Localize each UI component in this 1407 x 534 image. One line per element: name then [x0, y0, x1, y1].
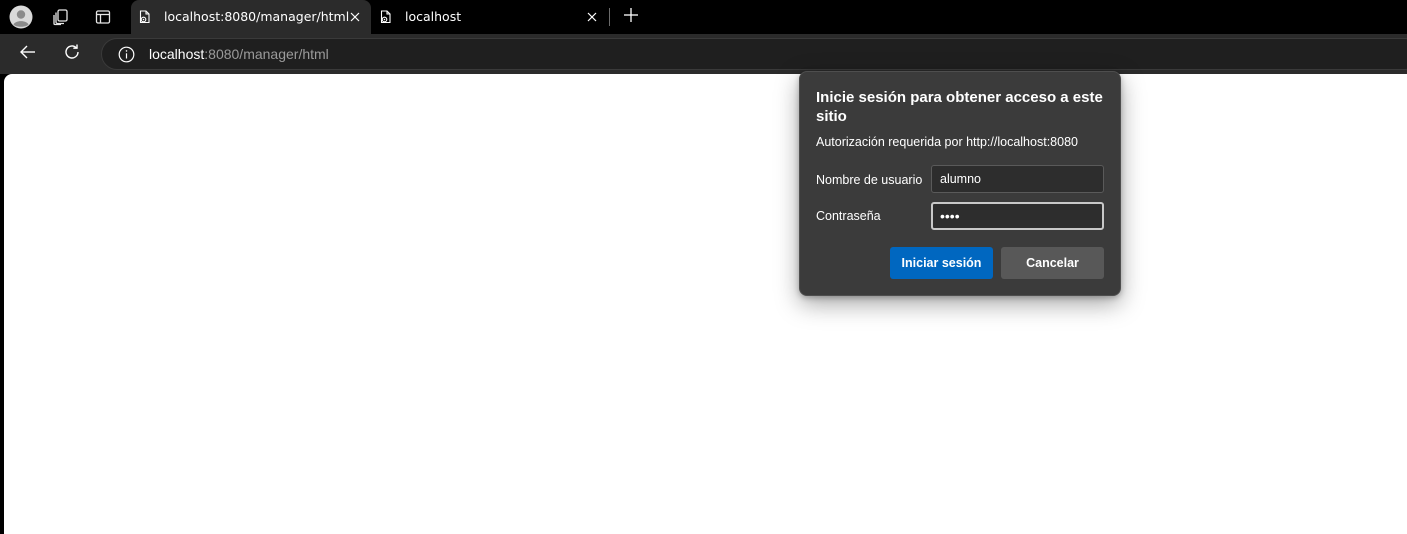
back-button[interactable] — [16, 42, 40, 66]
tab-title: localhost — [405, 9, 462, 24]
dialog-title: Inicie sesión para obtener acceso a este… — [816, 89, 1103, 125]
workspaces-icon[interactable] — [48, 4, 74, 30]
tab-actions-icon[interactable] — [90, 4, 116, 30]
url-host: localhost — [149, 46, 205, 62]
auth-dialog: Inicie sesión para obtener acceso a este… — [799, 71, 1121, 296]
close-tab-icon[interactable] — [347, 9, 363, 25]
password-field[interactable] — [931, 202, 1104, 230]
cancel-button[interactable]: Cancelar — [1001, 247, 1104, 279]
refresh-button[interactable] — [60, 42, 84, 66]
close-tab-icon[interactable] — [584, 9, 600, 25]
url-text: localhost:8080/manager/html — [149, 46, 329, 62]
browser-toolbar: localhost:8080/manager/html — [0, 34, 1407, 74]
document-gear-icon — [138, 10, 152, 24]
password-label: Contraseña — [816, 209, 881, 223]
new-tab-button[interactable] — [619, 5, 643, 29]
page-content — [4, 74, 1407, 534]
plus-icon — [623, 7, 639, 27]
address-bar[interactable]: localhost:8080/manager/html — [101, 38, 1407, 70]
tab-title: localhost:8080/manager/html — [164, 9, 350, 24]
url-path: :8080/manager/html — [204, 46, 329, 62]
refresh-icon — [63, 43, 81, 65]
back-arrow-icon — [19, 43, 37, 65]
dialog-subtitle: Autorización requerida por http://localh… — [816, 135, 1078, 149]
info-icon[interactable] — [118, 46, 135, 63]
document-gear-icon — [379, 10, 393, 24]
username-field[interactable] — [931, 165, 1104, 193]
tab-strip: localhost:8080/manager/html localhost — [0, 0, 1407, 34]
tab-localhost[interactable]: localhost — [372, 0, 608, 34]
profile-avatar-icon[interactable] — [8, 4, 34, 30]
tab-manager[interactable]: localhost:8080/manager/html — [131, 0, 371, 34]
username-label: Nombre de usuario — [816, 173, 923, 187]
signin-button[interactable]: Iniciar sesión — [890, 247, 993, 279]
tab-divider — [609, 8, 610, 26]
